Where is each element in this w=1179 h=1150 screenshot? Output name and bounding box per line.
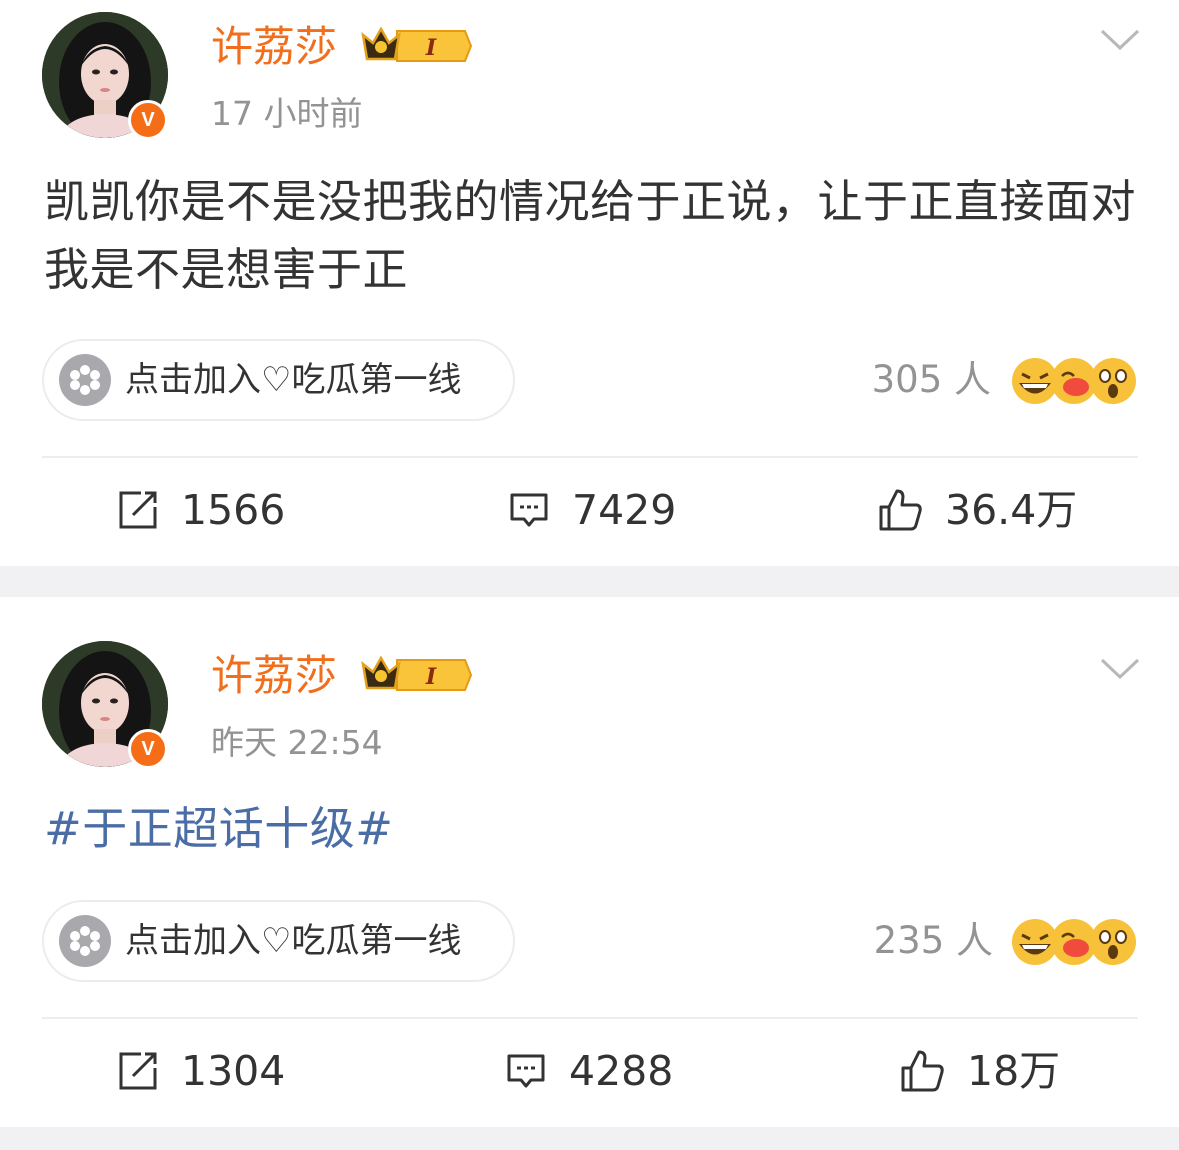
- post-time: 昨天 22:54: [211, 723, 383, 762]
- repost-button[interactable]: 1566: [117, 485, 285, 535]
- weibo-post: V 许荔莎 I 17 小时前 凯凯你是不是没把我的情况给于正说，让于正直接面对我…: [0, 0, 1179, 566]
- divider: [42, 456, 1138, 458]
- reaction-count[interactable]: 305 人: [851, 358, 991, 402]
- comment-button[interactable]: 4288: [505, 1046, 673, 1096]
- comment-count: 7429: [572, 486, 677, 534]
- crown-level-badge-icon[interactable]: I: [357, 654, 473, 700]
- laughing-emoji-icon: [1012, 358, 1058, 404]
- flower-icon: [59, 915, 111, 967]
- weibo-post: V 许荔莎 I 昨天 22:54 #于正超话十级# 点击加入♡吃瓜第一线 235: [0, 597, 1179, 1127]
- reaction-count[interactable]: 235 人: [853, 919, 993, 963]
- topic-link[interactable]: #于正超话十级#: [44, 795, 1144, 863]
- svg-text:I: I: [425, 35, 437, 61]
- chevron-down-icon[interactable]: [1100, 28, 1140, 56]
- author-name[interactable]: 许荔莎: [211, 20, 337, 74]
- svg-text:I: I: [425, 664, 437, 690]
- join-group-label: 点击加入♡吃瓜第一线: [125, 921, 462, 961]
- author-name[interactable]: 许荔莎: [211, 649, 337, 703]
- thumbs-up-icon: [879, 489, 922, 531]
- repost-count: 1304: [181, 1047, 286, 1095]
- comment-icon: [507, 1054, 545, 1088]
- post-content: 凯凯你是不是没把我的情况给于正说，让于正直接面对我是不是想害于正: [44, 175, 1137, 296]
- comment-button[interactable]: 7429: [508, 485, 676, 535]
- reaction-emojis[interactable]: [1008, 354, 1138, 412]
- join-group-button[interactable]: 点击加入♡吃瓜第一线: [42, 900, 515, 982]
- thumbs-up-icon: [901, 1050, 944, 1092]
- like-button[interactable]: 18万: [899, 1046, 1060, 1096]
- verified-badge-icon: V: [128, 100, 168, 140]
- like-count: 36.4万: [945, 486, 1078, 534]
- repost-button[interactable]: 1304: [117, 1046, 285, 1096]
- repost-count: 1566: [181, 486, 286, 534]
- comment-count: 4288: [569, 1047, 674, 1095]
- divider: [42, 1017, 1138, 1019]
- flower-icon: [59, 354, 111, 406]
- like-count: 18万: [967, 1047, 1061, 1095]
- chevron-down-icon[interactable]: [1100, 657, 1140, 685]
- join-group-button[interactable]: 点击加入♡吃瓜第一线: [42, 339, 515, 421]
- comment-icon: [510, 493, 548, 527]
- crown-level-badge-icon[interactable]: I: [357, 25, 473, 71]
- post-time: 17 小时前: [211, 94, 363, 133]
- join-group-label: 点击加入♡吃瓜第一线: [125, 360, 462, 400]
- verified-badge-icon: V: [128, 729, 168, 769]
- reaction-emojis[interactable]: [1008, 915, 1138, 973]
- laughing-emoji-icon: [1012, 919, 1058, 965]
- repost-icon: [119, 491, 157, 529]
- repost-icon: [119, 1052, 157, 1090]
- like-button[interactable]: 36.4万: [877, 485, 1077, 535]
